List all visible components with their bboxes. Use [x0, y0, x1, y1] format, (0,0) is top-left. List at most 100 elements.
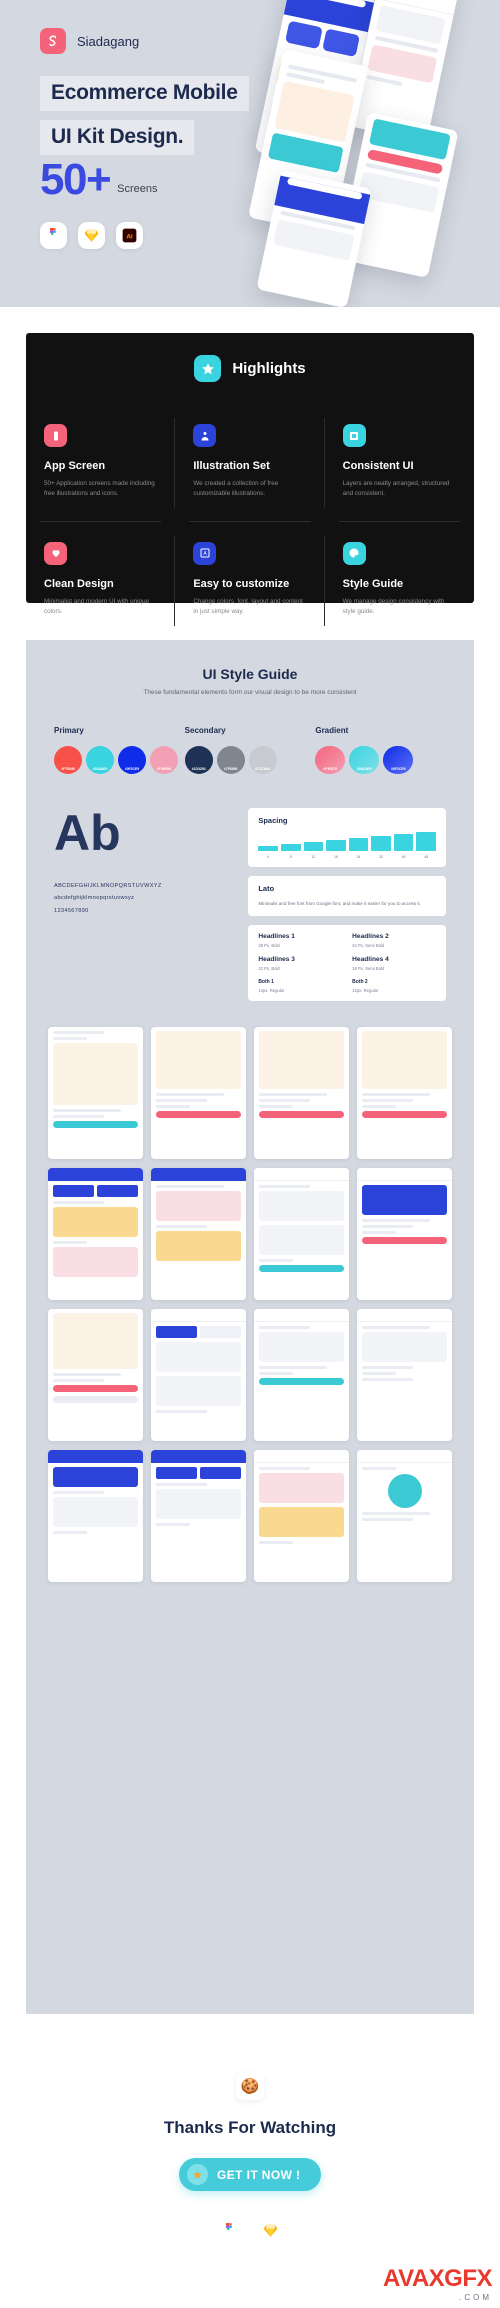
swatch-row: #F4637A #3AD4E0 #0F2CE9: [315, 746, 446, 774]
headline-title: Headlines 3: [258, 955, 295, 963]
screen-spending[interactable]: [357, 1449, 452, 1582]
phone-screen-icon: [44, 424, 67, 447]
figma-icon[interactable]: [40, 222, 67, 249]
mockup-searchbar: [286, 177, 363, 200]
color-swatch: #3AD4E0: [86, 746, 114, 774]
sketch-icon[interactable]: [78, 222, 105, 249]
hero-title-text-1: Ecommerce Mobile: [51, 81, 238, 104]
font-card: Lato Minimalis and free font from Google…: [248, 876, 446, 916]
heart-icon: [44, 541, 67, 565]
color-swatch: #7F8690: [216, 746, 245, 774]
screen-shopping-easier[interactable]: [254, 1026, 349, 1159]
swatch-code: #7F8690: [223, 767, 238, 771]
screen-travel-entertaint[interactable]: [254, 1449, 349, 1582]
screen-cart[interactable]: [254, 1167, 349, 1300]
screen-search-results[interactable]: [151, 1167, 246, 1300]
watermark-brand: AVAXGFX: [383, 2265, 492, 2292]
hero-title: Ecommerce Mobile UI Kit Design.: [40, 76, 249, 164]
hero-title-line-2: UI Kit Design.: [40, 120, 195, 155]
swatch-code: #F75048: [61, 767, 75, 771]
swatch-row: #1D3254 #7F8690 #C7CAD0: [184, 746, 316, 774]
headline-title: Headlines 4: [352, 955, 389, 963]
style-guide-subtitle: These fundamental elements form our visu…: [143, 689, 357, 696]
mockup-searchbar: [296, 0, 367, 8]
style-guide-title: UI Style Guide: [202, 666, 298, 682]
headline-spec: 22 Px, Bold: [258, 965, 280, 971]
star-icon: ★: [187, 2164, 208, 2185]
palette-icon: [342, 541, 366, 565]
highlight-easy-customize: A Easy to customize Change colors, font,…: [175, 522, 325, 640]
headline-pair: Headlines 1 28 Px, Bold Headlines 2 24 P…: [258, 933, 436, 948]
spacing-value: 16: [334, 855, 338, 859]
screen-siamart[interactable]: [48, 1449, 143, 1582]
color-swatch: #3AD4E0: [349, 746, 380, 774]
headline-spec: 24 Px, Semi Bold: [352, 942, 385, 948]
highlight-style-guide: Style Guide We manage design consistency…: [325, 522, 474, 640]
font-desc: Minimalis and free font from Google font…: [258, 901, 421, 906]
spacing-bar: [326, 840, 346, 851]
screen-count-number: 50+: [40, 155, 112, 204]
screen-payment[interactable]: [357, 1167, 452, 1300]
star-icon: [194, 355, 222, 382]
text-box-icon: A: [193, 541, 217, 565]
typography-section: Ab ABCDEFGHIJKLMNOPQRSTUVWXYZ abcdefghij…: [26, 774, 474, 1001]
mockup-chip: [322, 28, 360, 58]
highlight-desc: Layers are neatly arranged, structured a…: [342, 480, 450, 498]
headline-title: Both 2: [352, 978, 368, 985]
screen-home-feed[interactable]: [48, 1167, 143, 1300]
screen-order-detail[interactable]: [254, 1308, 349, 1441]
screen-secured-transactions[interactable]: [357, 1026, 452, 1159]
layers-icon: [342, 424, 366, 447]
spacing-bar: [371, 836, 391, 851]
headline-pair: Both 1 14px, Regular Both 2 12px, Regula…: [258, 979, 436, 993]
palette-gradient: Gradient #F4637A #3AD4E0 #0F2CE9: [315, 726, 446, 774]
highlight-app-screen: App Screen 50+ Application screens made …: [26, 404, 176, 522]
cta-label: GET IT NOW !: [217, 2167, 301, 2182]
headline-spec: 14px, Regular: [258, 987, 285, 993]
watermark-domain: .COM: [459, 2293, 492, 2302]
spacing-title: Spacing: [258, 816, 288, 825]
highlights-header: Highlights: [26, 355, 474, 382]
screen-my-order[interactable]: [151, 1308, 246, 1441]
swatch-code: #F4637A: [323, 767, 338, 771]
swatch-code: #0F2CE9: [124, 767, 140, 771]
color-swatch: #F49FB4: [150, 746, 178, 774]
hero-title-line-1: Ecommerce Mobile: [40, 76, 249, 111]
charset-lowercase: abcdefghijklmnopqrstuvwxyz: [54, 895, 135, 902]
screen-tracking-order[interactable]: [357, 1308, 452, 1441]
swatch-code: #F49FB4: [156, 767, 172, 771]
screen-my-account[interactable]: [151, 1449, 246, 1582]
screen-order-success[interactable]: [48, 1308, 143, 1441]
siadagang-logo-icon: [40, 28, 66, 54]
spacing-bars: [258, 832, 437, 851]
illustrator-icon[interactable]: Ai: [116, 222, 143, 249]
headline-item: Headlines 2 24 Px, Semi Bold: [352, 933, 436, 948]
spacing-values: 4 8 12 16 24 32 40 48: [258, 855, 436, 859]
palette-label: Primary: [54, 726, 84, 735]
typography-letters: Ab: [54, 805, 121, 861]
highlight-desc: 50+ Application screens made including f…: [44, 480, 155, 498]
svg-text:Ai: Ai: [126, 233, 133, 240]
hero-title-text-2: UI Kit Design.: [51, 125, 184, 148]
headline-item: Headlines 1 28 Px, Bold: [258, 933, 342, 948]
palette-primary: Primary #F75048 #3AD4E0 #0F2CE9 #F49FB4: [54, 726, 185, 774]
thanks-title: Thanks For Watching: [163, 2118, 337, 2137]
headline-title: Both 1: [258, 978, 274, 985]
highlight-title: App Screen: [44, 460, 106, 472]
swatch-code: #3AD4E0: [356, 767, 372, 771]
headlines-card: Headlines 1 28 Px, Bold Headlines 2 24 P…: [248, 924, 446, 1001]
sketch-icon[interactable]: [257, 2217, 284, 2244]
get-it-now-button[interactable]: ★ GET IT NOW !: [179, 2158, 321, 2191]
tool-badges: Ai: [40, 222, 143, 249]
palette-label: Secondary: [184, 726, 226, 735]
style-guide-section: UI Style Guide These fundamental element…: [26, 640, 474, 2014]
color-swatch: #F75048: [54, 746, 82, 774]
palette-label: Gradient: [315, 726, 349, 735]
mockup-line: [366, 74, 403, 87]
font-name: Lato: [258, 884, 275, 893]
screen-find-any-item[interactable]: [151, 1026, 246, 1159]
screen-welcome-to-siadagang[interactable]: [48, 1026, 143, 1159]
figma-icon[interactable]: [216, 2217, 243, 2244]
spacing-bar: [258, 846, 278, 851]
color-swatch: #F4637A: [315, 746, 346, 774]
